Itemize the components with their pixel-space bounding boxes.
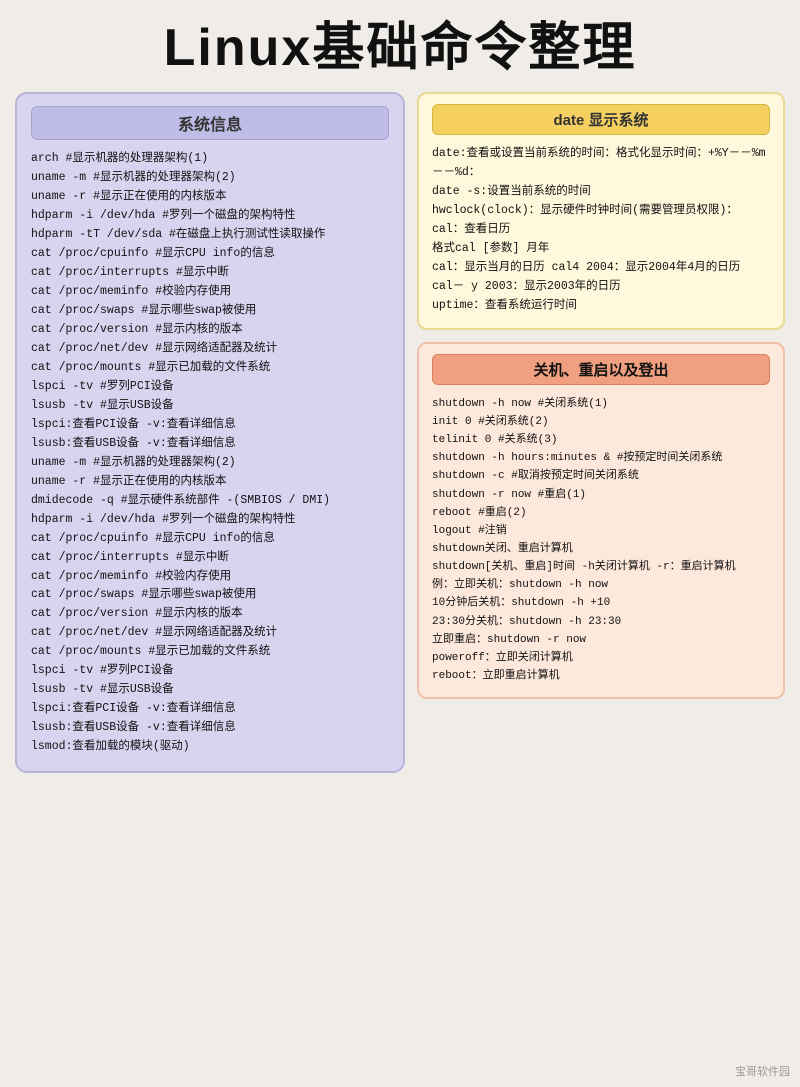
list-item: hdparm -i /dev/hda #罗列一个磁盘的架构特性 bbox=[31, 511, 389, 530]
title-area: Linux基础命令整理 bbox=[15, 10, 785, 92]
list-item: cat /proc/meminfo #校验内存使用 bbox=[31, 283, 389, 302]
page-wrapper: Linux基础命令整理 系统信息 arch #显示机器的处理器架构(1)unam… bbox=[0, 0, 800, 1087]
watermark: 宝哥软件园 bbox=[735, 1063, 790, 1079]
list-item: 23:30分关机：shutdown -h 23:30 bbox=[432, 613, 770, 631]
list-item: cat /proc/interrupts #显示中断 bbox=[31, 264, 389, 283]
list-item: date -s:设置当前系统的时间 bbox=[432, 183, 770, 202]
list-item: shutdown -h hours:minutes & #按预定时间关闭系统 bbox=[432, 449, 770, 467]
shutdown-header: 关机、重启以及登出 bbox=[432, 354, 770, 385]
system-info-content: arch #显示机器的处理器架构(1)uname -m #显示机器的处理器架构(… bbox=[31, 150, 389, 757]
list-item: dmidecode -q #显示硬件系统部件 -(SMBIOS / DMI) bbox=[31, 492, 389, 511]
list-item: cat /proc/swaps #显示哪些swap被使用 bbox=[31, 586, 389, 605]
list-item: cal－ y 2003：显示2003年的日历 bbox=[432, 278, 770, 297]
list-item: reboot：立即重启计算机 bbox=[432, 667, 770, 685]
list-item: cat /proc/version #显示内核的版本 bbox=[31, 605, 389, 624]
right-panel: date 显示系统 date:查看或设置当前系统的时间：格式化显示时间：+%Y－… bbox=[417, 92, 785, 699]
list-item: shutdown -r now #重启(1) bbox=[432, 486, 770, 504]
list-item: hdparm -i /dev/hda #罗列一个磁盘的架构特性 bbox=[31, 207, 389, 226]
list-item: lsusb -tv #显示USB设备 bbox=[31, 681, 389, 700]
date-panel: date 显示系统 date:查看或设置当前系统的时间：格式化显示时间：+%Y－… bbox=[417, 92, 785, 330]
list-item: lsmod:查看加载的模块(驱动) bbox=[31, 738, 389, 757]
system-info-panel: 系统信息 arch #显示机器的处理器架构(1)uname -m #显示机器的处… bbox=[15, 92, 405, 773]
list-item: lspci -tv #罗列PCI设备 bbox=[31, 378, 389, 397]
list-item: shutdown关闭、重启计算机 bbox=[432, 540, 770, 558]
list-item: 立即重启：shutdown -r now bbox=[432, 631, 770, 649]
list-item: 10分钟后关机：shutdown -h +10 bbox=[432, 594, 770, 612]
list-item: uptime：查看系统运行时间 bbox=[432, 297, 770, 316]
list-item: lsusb:查看USB设备 -v:查看详细信息 bbox=[31, 719, 389, 738]
list-item: lspci:查看PCI设备 -v:查看详细信息 bbox=[31, 416, 389, 435]
list-item: shutdown[关机、重启]时间 -h关闭计算机 -r：重启计算机 bbox=[432, 558, 770, 576]
list-item: uname -r #显示正在使用的内核版本 bbox=[31, 473, 389, 492]
list-item: hwclock(clock)：显示硬件时钟时间(需要管理员权限)： bbox=[432, 202, 770, 221]
list-item: cal：显示当月的日历 cal4 2004：显示2004年4月的日历 bbox=[432, 259, 770, 278]
list-item: cat /proc/cpuinfo #显示CPU info的信息 bbox=[31, 245, 389, 264]
list-item: lspci:查看PCI设备 -v:查看详细信息 bbox=[31, 700, 389, 719]
list-item: cat /proc/mounts #显示已加载的文件系统 bbox=[31, 643, 389, 662]
list-item: shutdown -h now #关闭系统(1) bbox=[432, 395, 770, 413]
list-item: cat /proc/net/dev #显示网络适配器及统计 bbox=[31, 624, 389, 643]
list-item: 格式cal [参数] 月年 bbox=[432, 240, 770, 259]
list-item: cat /proc/cpuinfo #显示CPU info的信息 bbox=[31, 530, 389, 549]
content-area: 系统信息 arch #显示机器的处理器架构(1)uname -m #显示机器的处… bbox=[15, 92, 785, 773]
shutdown-panel: 关机、重启以及登出 shutdown -h now #关闭系统(1)init 0… bbox=[417, 342, 785, 699]
list-item: uname -m #显示机器的处理器架构(2) bbox=[31, 454, 389, 473]
list-item: uname -r #显示正在使用的内核版本 bbox=[31, 188, 389, 207]
list-item: reboot #重启(2) bbox=[432, 504, 770, 522]
list-item: lspci -tv #罗列PCI设备 bbox=[31, 662, 389, 681]
list-item: cat /proc/swaps #显示哪些swap被使用 bbox=[31, 302, 389, 321]
date-content: date:查看或设置当前系统的时间：格式化显示时间：+%Y－－%m－－%d：da… bbox=[432, 145, 770, 316]
list-item: cat /proc/mounts #显示已加载的文件系统 bbox=[31, 359, 389, 378]
date-header: date 显示系统 bbox=[432, 104, 770, 135]
list-item: 例：立即关机：shutdown -h now bbox=[432, 576, 770, 594]
list-item: cat /proc/net/dev #显示网络适配器及统计 bbox=[31, 340, 389, 359]
page-title: Linux基础命令整理 bbox=[15, 20, 785, 77]
list-item: date:查看或设置当前系统的时间：格式化显示时间：+%Y－－%m－－%d： bbox=[432, 145, 770, 183]
list-item: cat /proc/meminfo #校验内存使用 bbox=[31, 568, 389, 587]
list-item: uname -m #显示机器的处理器架构(2) bbox=[31, 169, 389, 188]
system-info-header: 系统信息 bbox=[31, 106, 389, 140]
shutdown-content: shutdown -h now #关闭系统(1)init 0 #关闭系统(2)t… bbox=[432, 395, 770, 685]
list-item: lsusb -tv #显示USB设备 bbox=[31, 397, 389, 416]
list-item: cat /proc/version #显示内核的版本 bbox=[31, 321, 389, 340]
list-item: logout #注销 bbox=[432, 522, 770, 540]
list-item: telinit 0 #关系统(3) bbox=[432, 431, 770, 449]
list-item: shutdown -c #取消按预定时间关闭系统 bbox=[432, 467, 770, 485]
list-item: poweroff：立即关闭计算机 bbox=[432, 649, 770, 667]
list-item: cal：查看日历 bbox=[432, 221, 770, 240]
list-item: cat /proc/interrupts #显示中断 bbox=[31, 549, 389, 568]
list-item: hdparm -tT /dev/sda #在磁盘上执行测试性读取操作 bbox=[31, 226, 389, 245]
list-item: init 0 #关闭系统(2) bbox=[432, 413, 770, 431]
list-item: lsusb:查看USB设备 -v:查看详细信息 bbox=[31, 435, 389, 454]
list-item: arch #显示机器的处理器架构(1) bbox=[31, 150, 389, 169]
